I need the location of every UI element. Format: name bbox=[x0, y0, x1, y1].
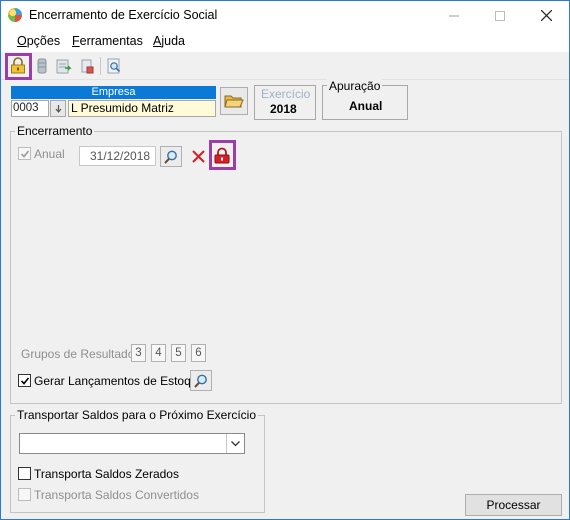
encerramento-group bbox=[10, 131, 562, 404]
menu-ferramentas[interactable]: Ferramentas bbox=[72, 34, 143, 48]
minimize-button[interactable] bbox=[431, 1, 477, 30]
preview-icon bbox=[107, 58, 121, 74]
folder-open-icon bbox=[224, 95, 244, 108]
grupo-box[interactable]: 5 bbox=[171, 344, 186, 362]
close-red-icon bbox=[191, 150, 205, 163]
date-search-button[interactable] bbox=[160, 146, 182, 167]
grupos-label: Grupos de Resultado: bbox=[21, 347, 138, 361]
app-logo-icon bbox=[8, 8, 22, 22]
toolbar bbox=[1, 52, 569, 80]
grupo-box[interactable]: 4 bbox=[151, 344, 166, 362]
menu-opcoes[interactable]: Opções bbox=[17, 34, 60, 48]
toolbar-report-button[interactable] bbox=[76, 55, 98, 77]
clear-date-button[interactable] bbox=[187, 146, 209, 167]
gerar-lancamentos-label: Gerar Lançamentos de Estoque bbox=[34, 374, 205, 388]
check-icon bbox=[20, 376, 29, 385]
arrow-down-icon bbox=[55, 104, 61, 113]
title-bar: Encerramento de Exercício Social bbox=[1, 1, 569, 30]
encerramento-date-field[interactable]: 31/12/2018 bbox=[79, 146, 156, 166]
transportar-combo[interactable] bbox=[19, 433, 245, 454]
transporta-convertidos-label: Transporta Saldos Convertidos bbox=[34, 488, 199, 502]
anual-checkbox[interactable] bbox=[18, 147, 31, 160]
empresa-code-field[interactable]: 0003 bbox=[11, 100, 49, 117]
transporta-zerados-label: Transporta Saldos Zerados bbox=[34, 467, 179, 481]
apuracao-value: Anual bbox=[349, 99, 383, 113]
open-folder-button[interactable] bbox=[220, 87, 248, 115]
processar-button[interactable]: Processar bbox=[465, 494, 562, 516]
exercicio-value: 2018 bbox=[270, 102, 297, 116]
toolbar-database-button[interactable] bbox=[31, 55, 53, 77]
empresa-name-field[interactable]: L Presumido Matriz bbox=[68, 100, 216, 117]
close-icon bbox=[540, 10, 552, 21]
exercicio-box: Exercício 2018 bbox=[254, 85, 316, 120]
maximize-icon bbox=[495, 10, 505, 21]
maximize-button[interactable] bbox=[477, 1, 523, 30]
chevron-down-icon bbox=[231, 440, 240, 446]
exercicio-label: Exercício bbox=[261, 87, 311, 101]
grupo-box[interactable]: 6 bbox=[191, 344, 206, 362]
transportar-title: Transportar Saldos para o Próximo Exercí… bbox=[15, 408, 258, 422]
combo-dropdown-button[interactable] bbox=[226, 434, 244, 453]
close-button[interactable] bbox=[523, 1, 569, 30]
encerramento-title: Encerramento bbox=[15, 124, 95, 138]
database-icon bbox=[37, 58, 47, 74]
search-icon bbox=[164, 150, 177, 164]
menu-ajuda[interactable]: Ajuda bbox=[153, 34, 185, 48]
estoque-search-button[interactable] bbox=[190, 370, 212, 391]
apuracao-label: Apuração bbox=[327, 79, 383, 93]
gerar-lancamentos-checkbox[interactable] bbox=[18, 374, 31, 387]
toolbar-separator bbox=[100, 57, 101, 75]
window-title: Encerramento de Exercício Social bbox=[29, 8, 218, 22]
grupo-box[interactable]: 3 bbox=[131, 344, 146, 362]
highlight-toolbar-unlock bbox=[5, 53, 32, 80]
toolbar-export-button[interactable] bbox=[53, 55, 75, 77]
transporta-convertidos-checkbox[interactable] bbox=[18, 488, 31, 501]
empresa-lookup-button[interactable] bbox=[50, 100, 66, 117]
toolbar-preview-button[interactable] bbox=[103, 55, 125, 77]
main-window: Encerramento de Exercício Social Opções … bbox=[0, 0, 570, 520]
transporta-zerados-checkbox[interactable] bbox=[18, 467, 31, 480]
empresa-header: Empresa bbox=[11, 86, 216, 99]
minimize-icon bbox=[449, 15, 459, 16]
report-icon bbox=[81, 59, 94, 74]
menu-bar: Opções Ferramentas Ajuda bbox=[1, 30, 569, 52]
highlight-lock-exercise bbox=[209, 140, 236, 170]
check-icon bbox=[20, 149, 29, 158]
search-icon bbox=[194, 374, 207, 388]
export-icon bbox=[56, 59, 72, 74]
anual-label: Anual bbox=[34, 147, 65, 161]
